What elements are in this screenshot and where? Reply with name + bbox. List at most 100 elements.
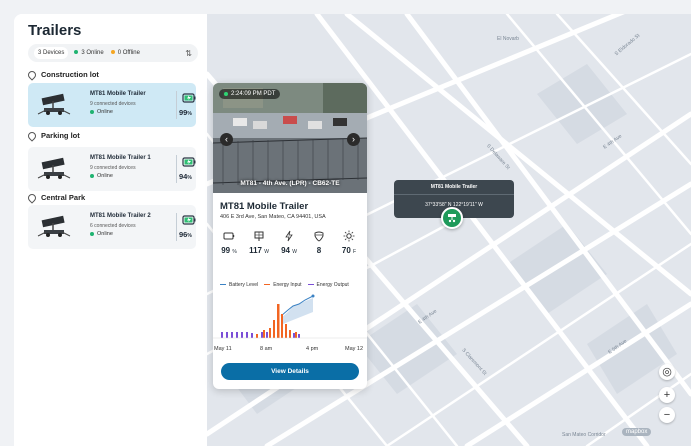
zoom-out-button[interactable]: − (659, 407, 675, 423)
location-pin-icon (26, 129, 38, 142)
solar-panel-icon (254, 231, 264, 241)
metric-solar-input: 117 W (246, 230, 272, 255)
filter-offline[interactable]: 0 Offline (110, 50, 140, 56)
battery-charging-icon (182, 215, 196, 225)
trailer-battery: 94% (179, 172, 192, 181)
online-dot-icon (90, 174, 94, 178)
x-tick: 8 am (260, 346, 273, 352)
trailer-card-2[interactable]: MT81 Mobile Trailer 2 6 connected device… (28, 205, 196, 249)
camera-feed: 2:24:09 PM PDT ‹ › MT81 - 4th Ave. (LPR)… (213, 83, 367, 193)
metric-battery: 99 % (216, 230, 242, 255)
metric-power-output: 94 W (276, 230, 302, 255)
filter-offline-label: 0 Offline (117, 50, 140, 56)
trailer-thumbnail-icon (37, 93, 71, 115)
metric-unit: W (292, 249, 297, 255)
trailer-name: MT81 Mobile Trailer 1 (90, 155, 151, 161)
card-divider (176, 213, 177, 241)
legend-energy-output: Energy Output (307, 282, 349, 288)
legend-swatch (307, 283, 314, 286)
bolt-icon (285, 230, 293, 242)
battery-unit: % (187, 175, 192, 181)
trailer-status-label: Online (97, 231, 113, 237)
group-construction-lot: Construction lot (26, 68, 99, 81)
trailer-name: MT81 Mobile Trailer 2 (90, 213, 151, 219)
metric-number: 99 (221, 246, 231, 255)
sun-icon (343, 230, 355, 242)
battery-charging-icon (182, 93, 196, 103)
locate-icon[interactable]: ◎ (659, 364, 675, 380)
metric-number: 8 (316, 246, 322, 255)
metric-unit: % (232, 249, 237, 255)
location-pin-icon (26, 68, 38, 81)
card-divider (176, 91, 177, 119)
chart-legend: Battery Level Energy Input Energy Output (220, 282, 349, 288)
metric-value: 99 % (216, 246, 242, 255)
battery-icon (223, 232, 235, 240)
legend-label: Energy Input (273, 282, 302, 288)
legend-swatch (220, 283, 226, 286)
camera-time-text: 2:24:09 PM PDT (231, 91, 276, 97)
trailer-name: MT81 Mobile Trailer (90, 91, 146, 97)
battery-unit: % (187, 111, 192, 117)
trailer-card-0[interactable]: MT81 Mobile Trailer 9 connected devices … (28, 83, 196, 127)
camera-image (213, 83, 367, 193)
legend-swatch (264, 283, 271, 286)
battery-unit: % (187, 233, 192, 239)
x-tick: May 12 (345, 346, 364, 352)
metric-number: 70 (341, 246, 351, 255)
group-central-park: Central Park (26, 191, 86, 204)
popup-divider (394, 194, 514, 195)
trailer-status-label: Online (97, 109, 113, 115)
sort-icon[interactable]: ⇅ (185, 49, 192, 58)
trailers-sidebar: Trailers 3 Devices 3 Online 0 Offline ⇅ … (14, 14, 207, 446)
street-label: El Novarb (497, 36, 519, 42)
metric-value: 70 F (336, 246, 362, 255)
shield-icon (314, 231, 324, 242)
mapbox-logo[interactable]: mapbox (622, 428, 652, 436)
metric-value: 117 W (246, 246, 272, 255)
group-label: Central Park (41, 193, 86, 202)
trailer-card-1[interactable]: MT81 Mobile Trailer 1 9 connected device… (28, 147, 196, 191)
app-window: Trailers 3 Devices 3 Online 0 Offline ⇅ … (14, 14, 691, 446)
camera-caption: MT81 - 4th Ave. (LPR) - CB62-TE (240, 180, 340, 187)
legend-energy-input: Energy Input (264, 282, 302, 288)
trailer-detail-card: 2:24:09 PM PDT ‹ › MT81 - 4th Ave. (LPR)… (213, 83, 367, 389)
trailer-map-marker[interactable] (441, 207, 463, 229)
filter-online[interactable]: 3 Online (74, 50, 104, 56)
metric-temperature: 70 F (336, 230, 362, 255)
trailer-status: Online (90, 173, 113, 179)
popup-title: MT81 Mobile Trailer (430, 184, 478, 190)
filter-online-label: 3 Online (81, 50, 104, 56)
trailer-battery: 99% (179, 108, 192, 117)
camera-next-button[interactable]: › (347, 133, 360, 146)
online-dot-icon (90, 232, 94, 236)
view-details-button[interactable]: View Details (221, 363, 359, 380)
trailer-devices: 6 connected devices (90, 223, 136, 229)
detail-title: MT81 Mobile Trailer (220, 201, 309, 212)
metric-number: 117 (249, 246, 262, 255)
online-dot-icon (74, 50, 79, 55)
location-pin-icon (26, 191, 38, 204)
detail-address: 406 E 3rd Ave, San Mateo, CA 94401, USA (220, 214, 326, 220)
metric-value: 8 (306, 246, 332, 255)
card-divider (176, 155, 177, 183)
metric-value: 94 W (276, 246, 302, 255)
filter-all-devices[interactable]: 3 Devices (34, 47, 69, 59)
offline-dot-icon (110, 50, 115, 55)
trailer-thumbnail-icon (37, 215, 71, 237)
online-dot-icon (90, 110, 94, 114)
group-label: Construction lot (41, 70, 99, 79)
x-tick: 4 pm (306, 346, 319, 352)
street-label: San Mateo Corridor (562, 432, 606, 438)
battery-charging-icon (182, 157, 196, 167)
trailer-devices: 9 connected devices (90, 165, 136, 171)
camera-prev-button[interactable]: ‹ (220, 133, 233, 146)
legend-battery: Battery Level (220, 282, 258, 288)
energy-chart (213, 290, 367, 346)
legend-label: Energy Output (316, 282, 349, 288)
x-tick: May 11 (214, 346, 232, 352)
zoom-in-button[interactable]: + (659, 387, 675, 403)
trailer-battery: 96% (179, 230, 192, 239)
sidebar-title: Trailers (28, 22, 82, 39)
trailer-icon (448, 214, 456, 223)
